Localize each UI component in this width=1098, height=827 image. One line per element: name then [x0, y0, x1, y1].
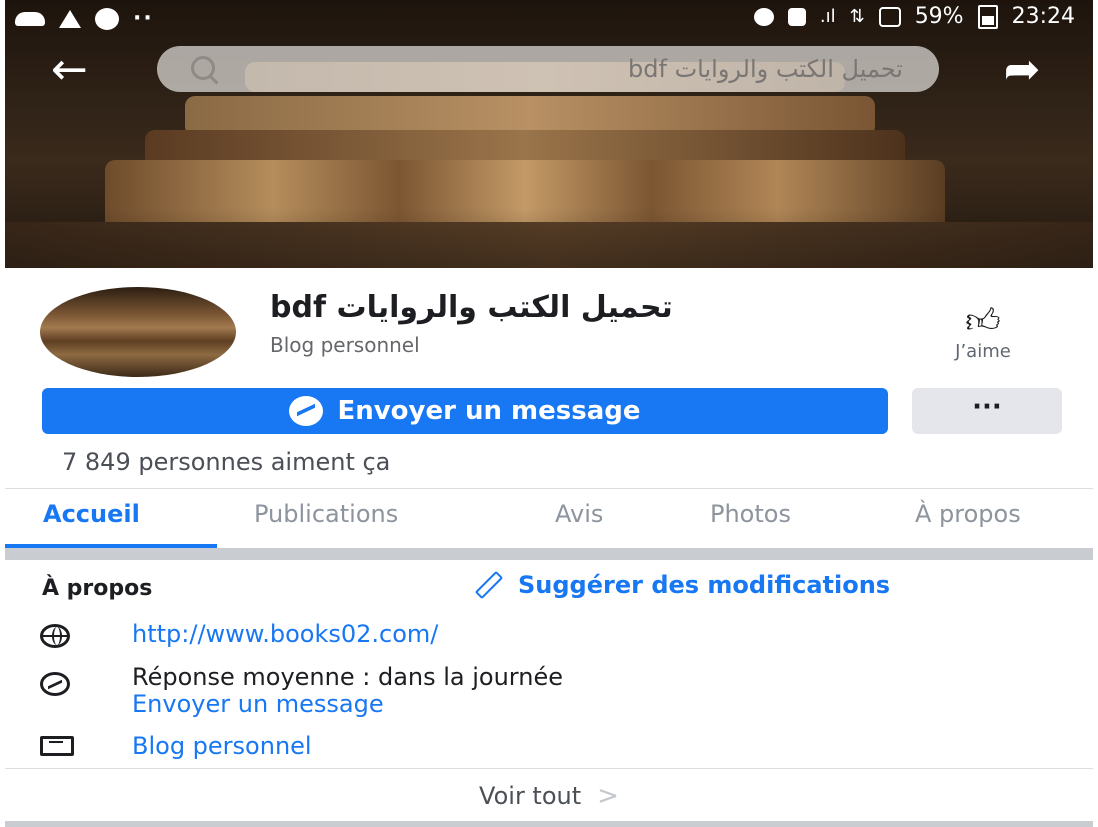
globe-icon: [40, 624, 70, 648]
cover-shade: [5, 208, 1093, 268]
section-separator: [5, 821, 1093, 827]
like-button[interactable]: 👍︎ J’aime: [926, 303, 1040, 369]
search-icon: [191, 56, 215, 80]
back-button[interactable]: ←: [51, 48, 113, 92]
send-message-label: Envoyer un message: [337, 396, 641, 426]
category-link[interactable]: Blog personnel: [132, 732, 312, 760]
arrow-left-icon: ←: [51, 44, 88, 95]
response-time: Réponse moyenne : dans la journée: [132, 663, 563, 691]
tab-publications[interactable]: Publications: [254, 500, 398, 528]
more-notifications-icon: ··: [133, 6, 154, 31]
gallery-icon: [787, 7, 806, 26]
chevron-right-icon: >: [597, 781, 619, 811]
page-avatar[interactable]: [40, 287, 236, 377]
cloud-icon: [15, 11, 45, 26]
thumbs-up-icon: 👍︎: [965, 301, 1001, 341]
send-message-button[interactable]: Envoyer un message: [42, 388, 888, 434]
messenger-icon: [40, 672, 70, 696]
see-all-label: Voir tout: [479, 782, 582, 810]
likes-count: 7 849 personnes aiment ça: [62, 448, 391, 476]
alarm-icon: [753, 7, 774, 26]
see-all-button[interactable]: Voir tout >: [5, 770, 1093, 822]
website-link[interactable]: http://www.books02.com/: [132, 620, 438, 648]
page-title: bdf تحميل الكتب والروايات: [270, 290, 673, 325]
section-separator: [5, 548, 1093, 560]
tab-photos[interactable]: Photos: [710, 500, 791, 528]
page-category: Blog personnel: [270, 333, 420, 357]
signal-box-icon: [878, 6, 901, 27]
app-notification-icon: [95, 7, 119, 30]
tab-accueil[interactable]: Accueil: [43, 500, 140, 528]
messenger-icon: [289, 396, 324, 426]
page-tabs: Accueil Publications Avis Photos À propo…: [5, 500, 1093, 548]
pencil-icon: [474, 570, 504, 600]
suggest-edits-link[interactable]: Suggérer des modifications: [474, 570, 891, 600]
search-bar[interactable]: تحميل الكتب والروايات bdf: [157, 46, 939, 92]
warning-icon: [59, 9, 81, 28]
category-icon: [40, 736, 74, 756]
about-title: À propos: [42, 576, 153, 601]
cover-photo[interactable]: ·· .ıl ⇅ 59% 23:24 ← تحميل الكتب والرواي…: [5, 0, 1093, 268]
divider: [5, 488, 1093, 489]
data-icon: ⇅: [849, 6, 865, 27]
suggest-edits-label: Suggérer des modifications: [518, 571, 891, 599]
search-input[interactable]: تحميل الكتب والروايات bdf: [628, 55, 903, 83]
signal-icon: .ıl: [819, 6, 836, 27]
divider: [5, 768, 1093, 769]
share-button[interactable]: ➦: [985, 48, 1059, 92]
like-label: J’aime: [955, 341, 1011, 362]
send-message-link[interactable]: Envoyer un message: [132, 690, 384, 718]
tab-a-propos[interactable]: À propos: [915, 500, 1021, 528]
clock: 23:24: [1011, 4, 1075, 29]
tab-avis[interactable]: Avis: [555, 500, 603, 528]
battery-icon: [977, 4, 998, 29]
more-options-button[interactable]: ···: [912, 388, 1062, 434]
battery-level: 59%: [914, 4, 964, 29]
share-arrow-icon: ➦: [1003, 44, 1041, 95]
status-bar: ·· .ıl ⇅ 59% 23:24: [5, 0, 1093, 40]
